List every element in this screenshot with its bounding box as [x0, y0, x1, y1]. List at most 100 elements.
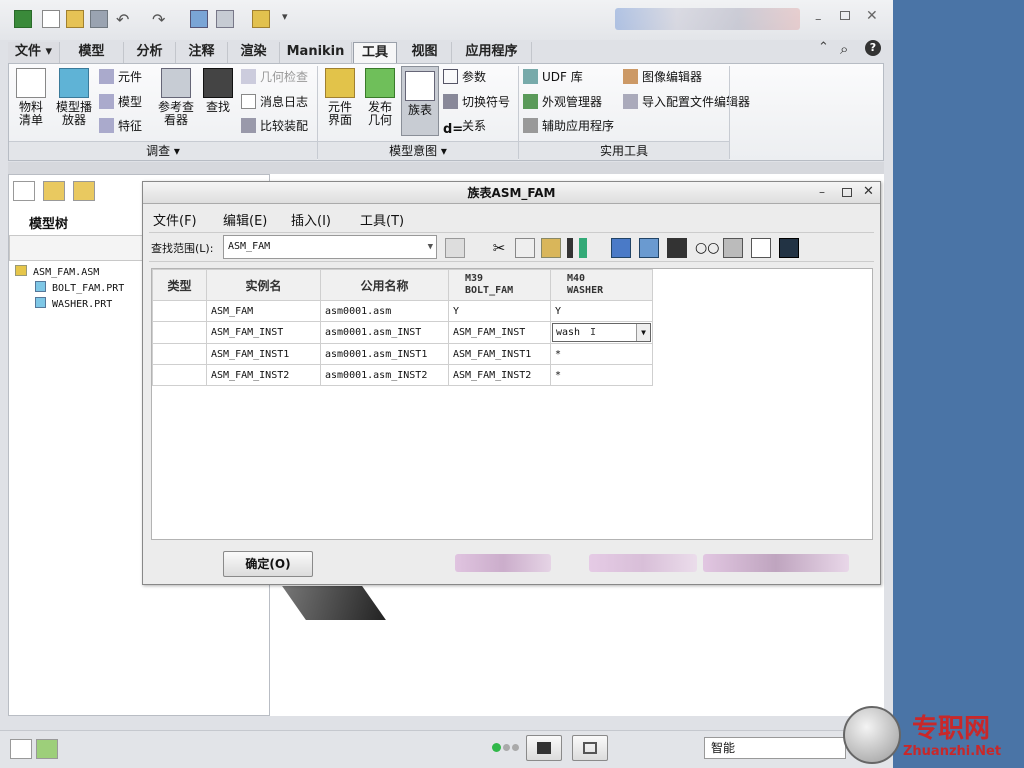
selection-box-button[interactable] — [572, 735, 608, 761]
dialog-close-icon[interactable]: ✕ — [863, 184, 874, 199]
copy-icon[interactable] — [515, 238, 535, 258]
relations-button[interactable]: d=关系 — [443, 116, 486, 137]
preview-glasses-icon[interactable]: ○○ — [695, 238, 719, 258]
redo-icon[interactable]: ↷ — [152, 10, 170, 29]
close-window-icon[interactable] — [252, 10, 270, 28]
cell-bolt[interactable]: ASM_FAM_INST — [448, 321, 551, 344]
cell-common-name[interactable]: asm0001.asm_INST — [320, 321, 449, 344]
tab-file[interactable]: 文件 ▾ — [8, 42, 60, 63]
menu-file[interactable]: 文件(F) — [153, 210, 197, 229]
cell-bolt[interactable]: Y — [448, 300, 551, 322]
open-folder-icon[interactable] — [66, 10, 84, 28]
family-table-button[interactable]: 族表 — [401, 66, 439, 136]
folder-browser-tab-icon[interactable] — [43, 181, 65, 201]
undo-icon[interactable]: ↶ — [116, 10, 134, 29]
save-icon[interactable] — [90, 10, 108, 28]
menu-insert[interactable]: 插入(I) — [291, 210, 331, 229]
column-header-type[interactable]: 类型 — [152, 269, 207, 301]
cell-washer[interactable]: * — [550, 364, 653, 386]
cell-instance[interactable]: ASM_FAM_INST — [206, 321, 321, 344]
menu-tools[interactable]: 工具(T) — [360, 210, 404, 229]
cell-type[interactable] — [152, 321, 207, 344]
cell-washer[interactable]: Y — [550, 300, 653, 322]
cell-bolt[interactable]: ASM_FAM_INST1 — [448, 343, 551, 365]
model-player-button[interactable]: 模型播 放器 — [53, 68, 95, 127]
help-icon[interactable]: ? — [865, 40, 881, 56]
minimize-icon[interactable]: – — [815, 12, 822, 27]
cell-common-name[interactable]: asm0001.asm — [320, 300, 449, 322]
sort-icon[interactable] — [567, 238, 587, 258]
lookup-up-icon[interactable] — [445, 238, 465, 258]
selection-filter-select[interactable]: 智能 — [704, 737, 846, 759]
binoculars-icon[interactable] — [667, 238, 687, 258]
chevron-down-icon[interactable]: ▼ — [636, 324, 650, 341]
lock-icon[interactable] — [723, 238, 743, 258]
model-tree-tab-icon[interactable] — [13, 181, 35, 201]
component-interface-button[interactable]: 元件 界面 — [321, 68, 359, 127]
tab-view[interactable]: 视图 — [398, 42, 452, 63]
washer-instance-select[interactable]: wash I ▼ — [552, 323, 651, 342]
tab-annotate[interactable]: 注释 — [176, 42, 228, 63]
column-header-washer[interactable]: M40 WASHER — [550, 269, 653, 301]
favorites-tab-icon[interactable] — [73, 181, 95, 201]
tree-root[interactable]: ASM_FAM.ASM — [15, 265, 124, 281]
column-header-instance[interactable]: 实例名 — [206, 269, 321, 301]
image-editor-button[interactable]: 图像编辑器 — [623, 67, 702, 87]
tab-manikin[interactable]: Manikin — [280, 42, 352, 63]
cell-type[interactable] — [152, 343, 207, 365]
geometry-check-button[interactable]: 几何检查 — [241, 67, 308, 87]
udf-library-button[interactable]: UDF 库 — [523, 67, 583, 87]
model-button[interactable]: 模型 — [99, 92, 142, 112]
maximize-icon[interactable] — [840, 11, 850, 20]
auxiliary-apps-button[interactable]: 辅助应用程序 — [523, 116, 614, 136]
tab-render[interactable]: 渲染 — [228, 42, 280, 63]
navigator-toggle-icon[interactable] — [10, 739, 32, 759]
reference-viewer-button[interactable]: 参考查 看器 — [155, 68, 197, 127]
cut-icon[interactable]: ✂ — [489, 238, 509, 258]
app-icon[interactable] — [14, 10, 32, 28]
tab-analysis[interactable]: 分析 — [124, 42, 176, 63]
publish-geometry-button[interactable]: 发布 几何 — [361, 68, 399, 127]
group-investigate[interactable]: 调查 ▾ — [9, 141, 317, 160]
table-row[interactable]: ASM_FAM_INST asm0001.asm_INST ASM_FAM_IN… — [152, 321, 653, 344]
close-icon[interactable]: ✕ — [866, 8, 878, 24]
tab-tools[interactable]: 工具 — [353, 42, 397, 63]
cell-type[interactable] — [152, 300, 207, 322]
customize-toolbar-icon[interactable]: ▾ — [282, 10, 300, 28]
new-file-icon[interactable] — [42, 10, 60, 28]
cell-washer[interactable]: * — [550, 343, 653, 365]
dialog-minimize-icon[interactable]: – — [819, 185, 825, 199]
verify-instances-icon[interactable] — [751, 238, 771, 258]
tab-model[interactable]: 模型 — [60, 42, 124, 63]
add-column-icon[interactable] — [611, 238, 631, 258]
tab-applications[interactable]: 应用程序 — [452, 42, 532, 63]
appearance-manager-button[interactable]: 外观管理器 — [523, 92, 602, 112]
window-icon[interactable] — [216, 10, 234, 28]
switch-symbols-button[interactable]: 切换符号 — [443, 92, 510, 112]
column-header-common-name[interactable]: 公用名称 — [320, 269, 449, 301]
paste-icon[interactable] — [541, 238, 561, 258]
menu-edit[interactable]: 编辑(E) — [223, 210, 267, 229]
tree-item[interactable]: WASHER.PRT — [15, 297, 124, 313]
find-button[interactable]: 查找 — [201, 68, 235, 114]
regenerate-icon[interactable] — [190, 10, 208, 28]
cell-common-name[interactable]: asm0001.asm_INST2 — [320, 364, 449, 386]
cell-instance[interactable]: ASM_FAM — [206, 300, 321, 322]
find-binoculars-button[interactable] — [526, 735, 562, 761]
parameters-button[interactable]: 参数 — [443, 67, 486, 87]
insert-instance-icon[interactable] — [639, 238, 659, 258]
dialog-maximize-icon[interactable] — [842, 188, 852, 197]
cell-type[interactable] — [152, 364, 207, 386]
lookup-select[interactable]: ASM_FAM ▼ — [223, 235, 437, 259]
table-row[interactable]: ASM_FAM_INST1 asm0001.asm_INST1 ASM_FAM_… — [152, 343, 653, 365]
message-log-button[interactable]: 消息日志 — [241, 92, 308, 112]
column-header-bolt[interactable]: M39 BOLT_FAM — [448, 269, 551, 301]
component-button[interactable]: 元件 — [99, 67, 142, 87]
compare-assembly-button[interactable]: 比较装配 — [241, 116, 308, 136]
group-model-intent[interactable]: 模型意图 ▾ — [318, 141, 518, 160]
tree-item[interactable]: BOLT_FAM.PRT — [15, 281, 124, 297]
table-row[interactable]: ASM_FAM_INST2 asm0001.asm_INST2 ASM_FAM_… — [152, 364, 653, 386]
bom-button[interactable]: 物料 清单 — [11, 68, 51, 127]
table-row[interactable]: ASM_FAM asm0001.asm Y Y — [152, 300, 653, 322]
cell-instance[interactable]: ASM_FAM_INST1 — [206, 343, 321, 365]
